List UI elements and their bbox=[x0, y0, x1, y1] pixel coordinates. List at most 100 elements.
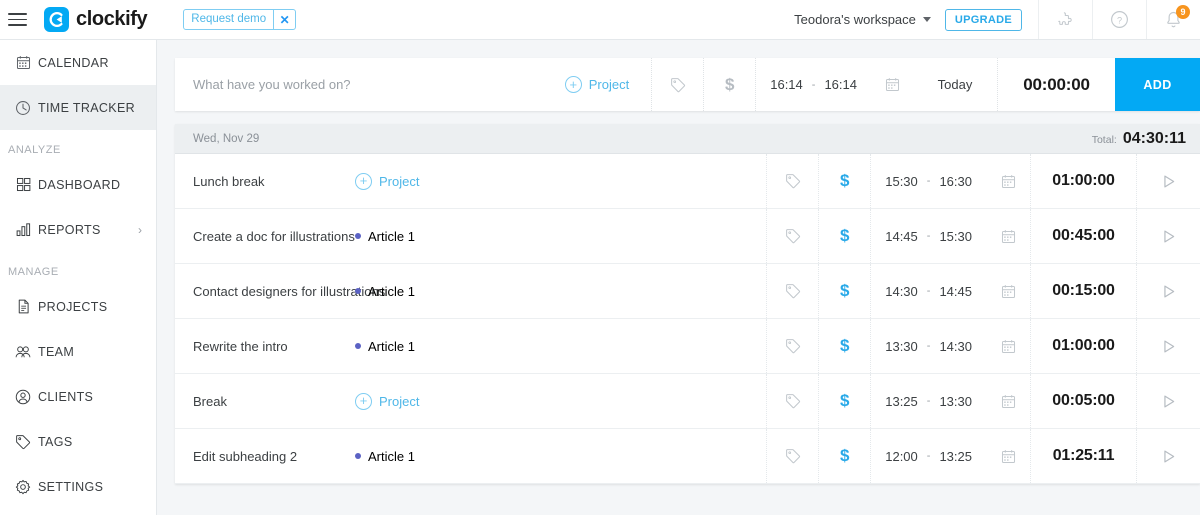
entry-description[interactable]: Create a doc for illustrations bbox=[193, 229, 355, 244]
notifications-button[interactable]: 9 bbox=[1146, 0, 1200, 39]
integrations-button[interactable] bbox=[1038, 0, 1092, 39]
entry-time-range[interactable]: 15:30-16:30 bbox=[870, 154, 986, 208]
entry-duration[interactable]: 01:25:11 bbox=[1030, 429, 1136, 483]
sidebar-item-reports[interactable]: REPORTS › bbox=[0, 207, 156, 252]
tag-icon bbox=[670, 77, 685, 92]
svg-text:?: ? bbox=[1117, 15, 1122, 25]
entry-billable-button[interactable]: $ bbox=[818, 154, 870, 208]
timer-date-picker-button[interactable] bbox=[871, 58, 913, 111]
entry-duration[interactable]: 01:00:00 bbox=[1030, 154, 1136, 208]
sidebar-item-tags[interactable]: TAGS bbox=[0, 419, 156, 464]
entry-date-picker-button[interactable] bbox=[986, 429, 1030, 483]
entry-add-project-button[interactable]: + Project bbox=[355, 172, 419, 190]
entry-date-picker-button[interactable] bbox=[986, 319, 1030, 373]
entry-time-range[interactable]: 13:30-14:30 bbox=[870, 319, 986, 373]
entry-time-range[interactable]: 13:25-13:30 bbox=[870, 374, 986, 428]
sidebar-item-dashboard[interactable]: DASHBOARD bbox=[0, 162, 156, 207]
sidebar-item-label: REPORTS bbox=[38, 222, 101, 237]
brand-logo[interactable]: clockify bbox=[44, 7, 148, 32]
help-button[interactable]: ? bbox=[1092, 0, 1146, 39]
entry-date-picker-button[interactable] bbox=[986, 374, 1030, 428]
clockify-app: clockify Request demo ✕ Teodora's worksp… bbox=[0, 0, 1200, 515]
timer-project-button[interactable]: + Project bbox=[564, 76, 651, 93]
table-row[interactable]: Create a doc for illustrations Article 1 $… bbox=[175, 209, 1200, 264]
entry-play-button[interactable] bbox=[1136, 264, 1200, 318]
timer-date-label[interactable]: Today bbox=[913, 58, 997, 111]
sidebar-item-clients[interactable]: CLIENTS bbox=[0, 374, 156, 419]
add-button[interactable]: ADD bbox=[1115, 58, 1200, 111]
entry-play-button[interactable] bbox=[1136, 429, 1200, 483]
entry-duration[interactable]: 00:15:00 bbox=[1030, 264, 1136, 318]
timer-duration[interactable]: 00:00:00 bbox=[997, 58, 1115, 111]
timer-tag-button[interactable] bbox=[651, 58, 703, 111]
entry-play-button[interactable] bbox=[1136, 154, 1200, 208]
entry-duration[interactable]: 01:00:00 bbox=[1030, 319, 1136, 373]
entry-add-project-button[interactable]: + Project bbox=[355, 392, 419, 410]
entry-description[interactable]: Break bbox=[193, 394, 355, 409]
entry-duration[interactable]: 00:05:00 bbox=[1030, 374, 1136, 428]
entry-tag-button[interactable] bbox=[766, 319, 818, 373]
entry-play-button[interactable] bbox=[1136, 319, 1200, 373]
table-row[interactable]: Lunch break + Project $15:30-16:30 01:00:00 bbox=[175, 154, 1200, 209]
upgrade-button[interactable]: UPGRADE bbox=[944, 8, 1022, 31]
entry-date-picker-button[interactable] bbox=[986, 264, 1030, 318]
grid-icon bbox=[8, 176, 38, 193]
close-icon[interactable]: ✕ bbox=[273, 10, 295, 29]
entry-billable-button[interactable]: $ bbox=[818, 319, 870, 373]
timer-time-range[interactable]: 16:14 - 16:14 bbox=[755, 58, 871, 111]
entry-project-link[interactable]: Article 1 bbox=[355, 284, 415, 299]
entry-start-time: 15:30 bbox=[885, 173, 918, 189]
entry-time-range[interactable]: 12:00-13:25 bbox=[870, 429, 986, 483]
calendar-icon bbox=[885, 78, 899, 92]
sidebar-item-label: PROJECTS bbox=[38, 299, 108, 314]
entry-billable-button[interactable]: $ bbox=[818, 429, 870, 483]
day-total-value: 04:30:11 bbox=[1122, 129, 1186, 147]
hamburger-icon[interactable] bbox=[8, 13, 42, 26]
request-demo-button[interactable]: Request demo bbox=[184, 10, 273, 29]
tag-icon bbox=[785, 284, 800, 299]
entry-project-link[interactable]: Article 1 bbox=[355, 449, 415, 464]
entry-tag-button[interactable] bbox=[766, 374, 818, 428]
sidebar-item-projects[interactable]: PROJECTS bbox=[0, 284, 156, 329]
table-row[interactable]: Break + Project $13:25-13:30 00:05:00 bbox=[175, 374, 1200, 429]
entry-description[interactable]: Rewrite the intro bbox=[193, 339, 355, 354]
timer-billable-button[interactable]: $ bbox=[703, 58, 755, 111]
entry-billable-button[interactable]: $ bbox=[818, 264, 870, 318]
sidebar-item-calendar[interactable]: CALENDAR bbox=[0, 40, 156, 85]
entry-project-link[interactable]: Article 1 bbox=[355, 229, 415, 244]
sidebar-item-team[interactable]: TEAM bbox=[0, 329, 156, 374]
entry-date-picker-button[interactable] bbox=[986, 154, 1030, 208]
entry-duration[interactable]: 00:45:00 bbox=[1030, 209, 1136, 263]
entry-billable-button[interactable]: $ bbox=[818, 374, 870, 428]
sidebar-item-time-tracker[interactable]: TIME TRACKER bbox=[0, 85, 156, 130]
table-row[interactable]: Edit subheading 2 Article 1 $12:00-13:25 01… bbox=[175, 429, 1200, 484]
entry-date-picker-button[interactable] bbox=[986, 209, 1030, 263]
entry-description[interactable]: Edit subheading 2 bbox=[193, 449, 355, 464]
entry-tag-button[interactable] bbox=[766, 264, 818, 318]
table-row[interactable]: Rewrite the intro Article 1 $13:30-14:30 01… bbox=[175, 319, 1200, 374]
entry-tag-button[interactable] bbox=[766, 209, 818, 263]
tag-icon bbox=[8, 433, 38, 451]
sidebar-item-label: TAGS bbox=[38, 434, 73, 449]
entry-time-range[interactable]: 14:45-15:30 bbox=[870, 209, 986, 263]
entry-description[interactable]: Contact designers for illustrations bbox=[193, 284, 385, 299]
entry-description[interactable]: Lunch break bbox=[193, 174, 355, 189]
sidebar-item-settings[interactable]: SETTINGS bbox=[0, 464, 156, 509]
workspace-selector[interactable]: Teodora's workspace bbox=[794, 12, 945, 27]
entry-time-range[interactable]: 14:30-14:45 bbox=[870, 264, 986, 318]
entry-end-time: 13:25 bbox=[939, 448, 972, 464]
entry-project-link[interactable]: Article 1 bbox=[355, 339, 415, 354]
table-row[interactable]: Contact designers for illustrations Artic… bbox=[175, 264, 1200, 319]
plus-circle-icon: + bbox=[355, 172, 372, 190]
entry-end-time: 15:30 bbox=[939, 228, 972, 244]
entry-billable-button[interactable]: $ bbox=[818, 209, 870, 263]
entry-play-button[interactable] bbox=[1136, 209, 1200, 263]
entry-tag-button[interactable] bbox=[766, 429, 818, 483]
play-icon bbox=[1164, 175, 1175, 187]
entry-play-button[interactable] bbox=[1136, 374, 1200, 428]
tag-icon bbox=[785, 339, 800, 354]
main-content: + Project $ 16:14 - 16:14 bbox=[157, 40, 1200, 515]
entry-tag-button[interactable] bbox=[766, 154, 818, 208]
day-header: Wed, Nov 29 Total: 04:30:11 bbox=[175, 124, 1200, 154]
timer-description-input[interactable] bbox=[193, 77, 565, 92]
